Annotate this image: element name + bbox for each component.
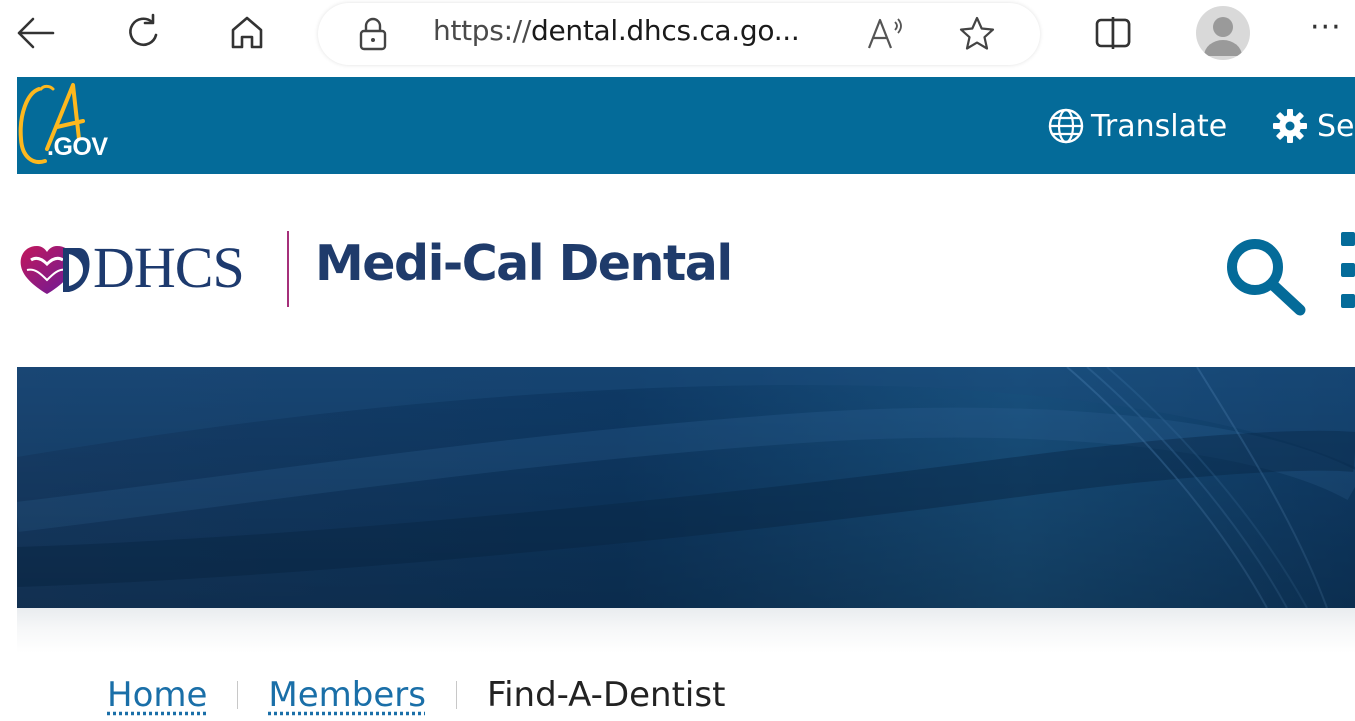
split-screen-icon[interactable] xyxy=(1088,8,1138,58)
lock-icon[interactable] xyxy=(358,16,388,56)
dhcs-logo[interactable]: DHCS xyxy=(17,234,245,301)
breadcrumb-area: Home Members Find-A-Dentist xyxy=(17,608,1355,721)
cagov-utility-bar: .GOV Translate Se xyxy=(17,77,1355,174)
breadcrumb-separator xyxy=(455,681,457,709)
settings-label: Se xyxy=(1317,108,1355,144)
breadcrumb-members[interactable]: Members xyxy=(268,675,426,715)
hero-banner xyxy=(17,367,1355,608)
profile-avatar[interactable] xyxy=(1196,6,1250,60)
dhcs-logo-text: DHCS xyxy=(93,235,245,300)
globe-icon xyxy=(1048,108,1084,144)
read-aloud-icon[interactable] xyxy=(866,16,906,59)
url-host: dental.dhcs.ca.go... xyxy=(530,14,800,47)
url-scheme: https:// xyxy=(433,14,531,47)
home-icon[interactable] xyxy=(222,8,272,58)
cagov-logo-text: .GOV xyxy=(47,133,108,161)
breadcrumb-home[interactable]: Home xyxy=(107,675,207,715)
settings-button[interactable]: Se xyxy=(1271,107,1355,145)
favorite-star-icon[interactable] xyxy=(958,15,996,57)
breadcrumb-separator xyxy=(237,681,239,709)
breadcrumb: Home Members Find-A-Dentist xyxy=(107,675,725,715)
translate-button[interactable]: Translate xyxy=(1047,107,1227,145)
breadcrumb-current: Find-A-Dentist xyxy=(486,675,726,715)
site-header: DHCS Medi-Cal Dental xyxy=(17,174,1355,367)
search-icon[interactable] xyxy=(1222,234,1306,322)
address-bar[interactable]: https://dental.dhcs.ca.go... xyxy=(318,3,1040,65)
heart-icon xyxy=(20,245,90,294)
cagov-logo[interactable]: .GOV xyxy=(17,77,127,174)
translate-label: Translate xyxy=(1091,108,1228,144)
url-text[interactable]: https://dental.dhcs.ca.go... xyxy=(433,14,800,47)
gear-icon xyxy=(1273,109,1307,143)
menu-icon[interactable] xyxy=(1337,232,1355,312)
site-title[interactable]: Medi-Cal Dental xyxy=(315,235,733,292)
logo-divider xyxy=(287,231,289,307)
more-icon[interactable]: ··· xyxy=(1310,10,1342,45)
refresh-icon[interactable] xyxy=(119,8,169,58)
back-icon[interactable] xyxy=(10,8,60,58)
browser-toolbar: https://dental.dhcs.ca.go... ··· xyxy=(0,0,1355,70)
